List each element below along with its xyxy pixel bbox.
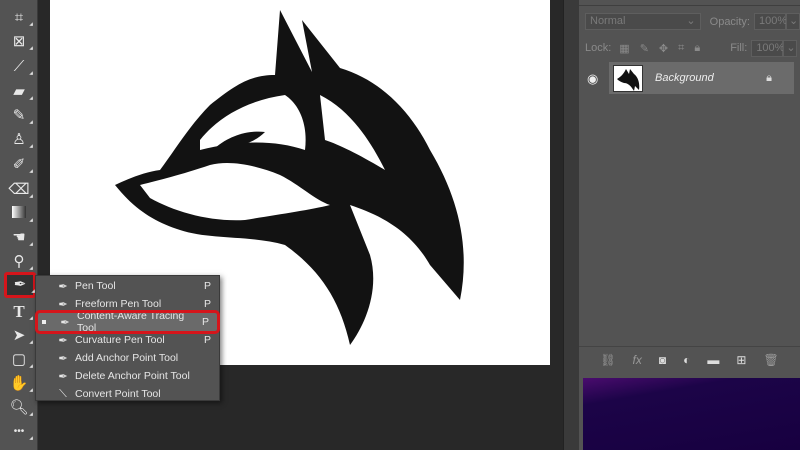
layer-thumbnail [613, 64, 643, 92]
lock-label: Lock: [585, 42, 612, 54]
fill-dropdown[interactable]: ⌄ [783, 39, 798, 57]
frame-tool[interactable]: ⊠ [7, 32, 31, 52]
history-brush-tool[interactable]: ✐ [7, 155, 31, 175]
menu-item-curvature-pen-tool[interactable]: ✒ Curvature Pen Tool P [36, 331, 219, 349]
blend-mode-select[interactable]: Normal ⌄ [585, 13, 701, 30]
freeform-pen-icon: ✒ [58, 298, 68, 311]
link-icon[interactable]: ⛓ [600, 353, 615, 367]
convert-point-icon: ⟍ [59, 387, 67, 400]
new-layer-icon[interactable]: ⊞ [736, 353, 746, 367]
hand-tool[interactable]: ✋ [7, 374, 31, 394]
trash-icon[interactable]: 🗑︎ [763, 353, 778, 367]
more-tools-button[interactable]: ••• [7, 422, 31, 442]
mask-icon[interactable]: ◙ [659, 353, 666, 367]
path-selection-tool[interactable]: ➤ [7, 326, 31, 346]
folder-icon[interactable]: ▬ [707, 353, 719, 367]
visibility-eye-icon[interactable]: ◉ [587, 71, 598, 87]
opacity-dropdown[interactable]: ⌄ [786, 13, 800, 30]
fill-label: Fill: [730, 42, 748, 54]
type-tool[interactable]: T [7, 302, 31, 322]
menu-item-delete-anchor-point-tool[interactable]: ✒ Delete Anchor Point Tool [36, 367, 219, 385]
layers-bottom-bar: ⛓ fx ◙ ◐ ▬ ⊞ 🗑︎ [579, 346, 800, 372]
smudge-tool[interactable]: ☚ [7, 228, 31, 248]
selected-indicator [42, 320, 46, 324]
menu-item-convert-point-tool[interactable]: ⟍ Convert Point Tool [36, 385, 219, 403]
background-photo-preview [583, 378, 800, 450]
healing-brush-tool[interactable]: ▰ [7, 82, 31, 102]
pen-tool-flyout-menu: ✒ Pen Tool P ✒ Freeform Pen Tool P ✒ Content-… [35, 275, 220, 401]
adjustment-icon[interactable]: ◐ [683, 353, 690, 367]
dodge-tool[interactable]: ⚲ [7, 252, 31, 272]
crop-tool[interactable]: ⌗ [7, 8, 31, 28]
opacity-input[interactable]: 100% [754, 13, 787, 30]
add-anchor-icon: ✒ [58, 352, 68, 365]
toolbar: ⌗ ⊠ ⟋ ▰ ✎ ♙ ✐ ⌫ ☚ ⚲ ✒ T ➤ ▢ ✋ 🔍︎ ••• [0, 0, 38, 450]
eraser-tool[interactable]: ⌫ [7, 180, 31, 200]
chevron-down-icon: ⌄ [686, 15, 696, 27]
lock-paint-icon[interactable]: ✎ [640, 42, 649, 55]
brush-tool[interactable]: ✎ [7, 106, 31, 126]
rectangle-tool[interactable]: ▢ [7, 350, 31, 370]
fill-input[interactable]: 100% [751, 39, 784, 57]
layer-name: Background [655, 72, 714, 84]
pen-icon: ✒ [58, 280, 68, 293]
tracing-pen-icon: ✒ [60, 316, 70, 329]
opacity-label: Opacity: [709, 15, 750, 28]
layer-lock-icon: 🔒︎ [766, 71, 772, 84]
menu-item-pen-tool[interactable]: ✒ Pen Tool P [36, 277, 219, 295]
layer-row-background[interactable]: Background 🔒︎ [609, 62, 794, 94]
menu-item-add-anchor-point-tool[interactable]: ✒ Add Anchor Point Tool [36, 349, 219, 367]
gradient-tool[interactable] [7, 204, 31, 224]
clone-stamp-tool[interactable]: ♙ [7, 130, 31, 150]
lock-position-icon[interactable]: ✥ [659, 42, 668, 55]
panel-divider[interactable] [563, 0, 579, 450]
zoom-tool[interactable]: 🔍︎ [7, 398, 31, 418]
menu-item-content-aware-tracing-tool[interactable]: ✒ Content-Aware Tracing Tool P [35, 310, 220, 334]
pen-tool[interactable]: ✒ [4, 272, 36, 298]
fx-icon[interactable]: fx [633, 353, 642, 367]
delete-anchor-icon: ✒ [58, 370, 68, 383]
lock-all-icon[interactable]: 🔒︎ [694, 42, 700, 55]
curvature-pen-icon: ✒ [58, 334, 68, 347]
eyedropper-tool[interactable]: ⟋ [7, 57, 31, 77]
lock-artboard-icon[interactable]: ⌗ [678, 42, 684, 55]
lock-transparent-icon[interactable]: ▦ [619, 42, 629, 55]
